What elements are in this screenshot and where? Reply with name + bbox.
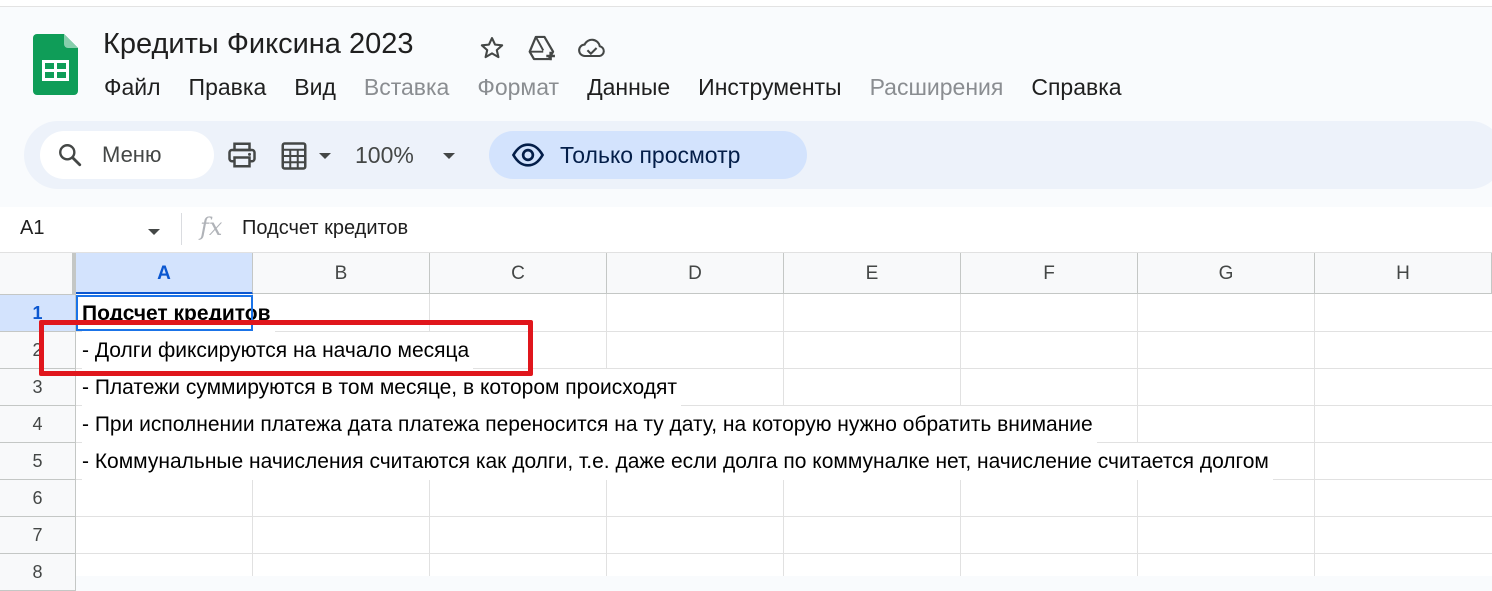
- view-only-button[interactable]: Только просмотр: [489, 131, 807, 179]
- column-header-c[interactable]: C: [430, 253, 607, 294]
- select-all-corner[interactable]: [0, 253, 76, 295]
- column-header-h[interactable]: H: [1315, 253, 1492, 294]
- menu-format: Формат: [477, 74, 560, 100]
- search-icon: [57, 142, 83, 173]
- name-box[interactable]: A1: [20, 217, 44, 240]
- row-header-5[interactable]: 5: [0, 443, 76, 480]
- column-header-e[interactable]: E: [784, 253, 961, 294]
- view-only-label: Только просмотр: [560, 142, 741, 168]
- menu-search-label: Меню: [102, 142, 162, 167]
- move-to-drive-icon[interactable]: [526, 33, 558, 63]
- title-actions: [476, 33, 608, 63]
- column-header-f[interactable]: F: [961, 253, 1138, 294]
- menu-tools[interactable]: Инструменты: [684, 72, 855, 102]
- table-format-icon[interactable]: [279, 141, 309, 176]
- browser-top-edge: [0, 0, 1492, 7]
- menu-help[interactable]: Справка: [1017, 72, 1135, 102]
- formula-bar-divider: [181, 213, 182, 245]
- annotation-highlight-box: [39, 320, 533, 376]
- row-header-4[interactable]: 4: [0, 406, 76, 443]
- grid-line: [76, 553, 1492, 554]
- function-icon: fx: [200, 213, 223, 241]
- formula-input[interactable]: Подсчет кредитов: [242, 217, 408, 240]
- column-header-d[interactable]: D: [607, 253, 784, 294]
- cloud-status-icon[interactable]: [576, 33, 608, 63]
- menu-view[interactable]: Вид: [280, 72, 350, 102]
- chevron-down-icon[interactable]: [316, 149, 334, 167]
- grid-line: [76, 516, 1492, 517]
- menu-insert: Вставка: [363, 74, 450, 100]
- menu-extensions: Расширения: [869, 74, 1004, 100]
- menu-bar: Файл Правка Вид Вставка Формат Данные Ин…: [104, 72, 1136, 102]
- toolbar: Меню 100% Только просмотр: [24, 121, 1492, 189]
- formula-bar: A1 fx Подсчет кредитов: [0, 207, 1492, 253]
- grid-line: [1137, 294, 1138, 576]
- name-box-chevron-down-icon[interactable]: [146, 224, 162, 242]
- menu-search-button[interactable]: Меню: [40, 131, 214, 179]
- cell-a5[interactable]: - Коммунальные начисления считаются как …: [82, 443, 1273, 480]
- column-header-g[interactable]: G: [1138, 253, 1315, 294]
- print-icon[interactable]: [227, 141, 257, 174]
- document-title[interactable]: Кредиты Фиксина 2023: [103, 28, 414, 61]
- cell-a4[interactable]: - При исполнении платежа дата платежа пе…: [82, 406, 1097, 443]
- spreadsheet-grid: A B C D E F G H 1 2 3 4 5 6 7 8 Подсчет …: [0, 253, 1492, 591]
- menu-edit[interactable]: Правка: [175, 72, 281, 102]
- star-icon[interactable]: [476, 33, 508, 63]
- row-header-6[interactable]: 6: [0, 480, 76, 517]
- row-header-8[interactable]: 8: [0, 554, 76, 591]
- column-header-a[interactable]: A: [76, 253, 253, 294]
- menu-data[interactable]: Данные: [573, 72, 684, 102]
- grid-line: [1314, 294, 1315, 576]
- eye-icon: [511, 141, 545, 174]
- sheets-logo-icon[interactable]: [33, 34, 78, 95]
- zoom-chevron-down-icon[interactable]: [440, 149, 458, 167]
- zoom-value[interactable]: 100%: [355, 142, 414, 169]
- column-header-b[interactable]: B: [253, 253, 430, 294]
- menu-file[interactable]: Файл: [104, 72, 175, 102]
- row-header-7[interactable]: 7: [0, 517, 76, 554]
